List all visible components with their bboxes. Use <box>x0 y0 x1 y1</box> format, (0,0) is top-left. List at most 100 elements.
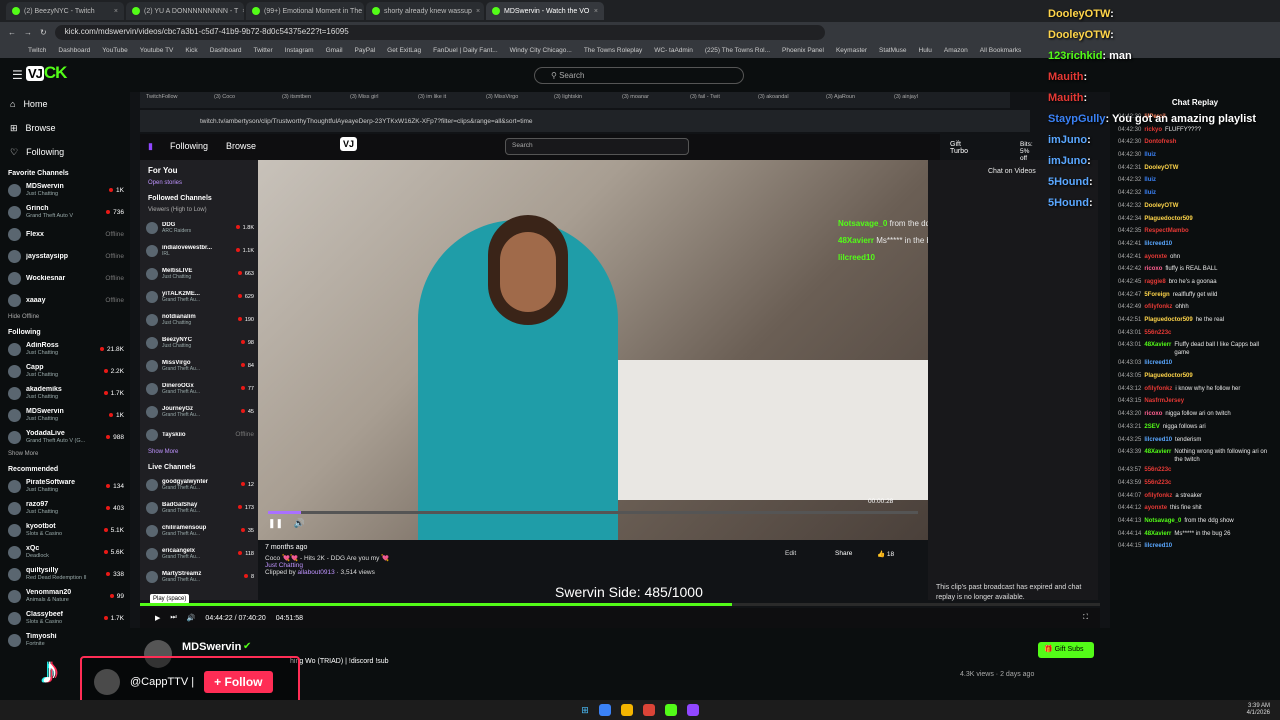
nav-home[interactable]: ⌂ Home <box>0 92 130 116</box>
channel-item[interactable]: quiltysilly Red Dead Redemption II 338 <box>0 563 130 585</box>
gift-subs-button[interactable]: 🎁 Gift Subs <box>1038 642 1094 658</box>
forward-icon[interactable]: → <box>24 28 32 37</box>
bookmark[interactable]: Dashboard <box>210 47 242 54</box>
channel-item[interactable]: akademiks Just Chatting 1.7K <box>0 382 130 404</box>
channel-item[interactable]: Tayskiio Offline <box>140 423 258 446</box>
back-icon[interactable]: ← <box>8 28 16 37</box>
channel-item[interactable]: Capp Just Chatting 2.2K <box>0 360 130 382</box>
bookmark[interactable]: The Towns Roleplay <box>584 47 642 54</box>
bookmark[interactable]: Twitter <box>254 47 273 54</box>
chat-username[interactable]: ofilyfonkz <box>1144 303 1172 314</box>
browser-tab[interactable]: shorty already knew wassup × <box>366 2 484 20</box>
channel-item[interactable]: yiTALK2ME... Grand Theft Au... 629 <box>140 285 258 308</box>
channel-item[interactable]: Venomman20 Animals & Nature 99 <box>0 585 130 607</box>
channel-item[interactable]: goodgyalwynter Grand Theft Au... 12 <box>140 473 258 496</box>
nav-following[interactable]: ♡ Following <box>0 140 130 164</box>
player-progress[interactable] <box>140 603 1100 606</box>
clipper-link[interactable]: allabout0913 <box>298 569 335 576</box>
channel-item[interactable]: BadGalShay Grand Theft Au... 173 <box>140 496 258 519</box>
volume-icon[interactable]: 🔊 <box>187 614 196 622</box>
chat-username[interactable]: ofilyfonkz <box>1144 492 1172 503</box>
bookmark[interactable]: Amazon <box>944 47 968 54</box>
bookmark[interactable]: Get ExitLag <box>387 47 421 54</box>
channel-item[interactable]: DineroOGx Grand Theft Au... 77 <box>140 377 258 400</box>
chat-username[interactable]: 556n223c <box>1144 466 1171 477</box>
taskbar-app-icon[interactable] <box>620 704 633 716</box>
close-icon[interactable]: × <box>594 8 598 15</box>
channel-item[interactable]: MDSwervin Just Chatting 1K <box>0 179 130 201</box>
channel-item[interactable]: JourneyGz Grand Theft Au... 45 <box>140 400 258 423</box>
chat-username[interactable]: ofilyfonkz <box>1144 385 1172 396</box>
taskbar-app-icon[interactable] <box>686 704 699 716</box>
chat-username[interactable]: 48Xavierr <box>1144 530 1171 541</box>
start-icon[interactable]: ⊞ <box>581 705 589 716</box>
bookmark[interactable]: Phoenix Panel <box>782 47 824 54</box>
channel-item[interactable]: Wockiesnar Offline <box>0 267 130 289</box>
channel-item[interactable]: MeltisLIVE Just Chatting 663 <box>140 262 258 285</box>
chat-username[interactable]: ricoxo <box>1144 265 1162 276</box>
logo[interactable]: VJ CK <box>26 63 80 85</box>
inner-tab[interactable]: (3) itsmtben <box>282 94 348 106</box>
taskbar-app-icon[interactable] <box>642 704 655 716</box>
clip-category[interactable]: Just Chatting <box>265 562 925 569</box>
channel-item[interactable]: xaaay Offline <box>0 289 130 311</box>
channel-item[interactable]: xQc Deadlock 5.6K <box>0 541 130 563</box>
bookmark[interactable]: YouTube <box>102 47 128 54</box>
channel-item[interactable]: MDSwervin Just Chatting 1K <box>0 404 130 426</box>
browser-tab[interactable]: (2) YU A DONNNNNNNNN - T× <box>126 2 244 20</box>
edit-button[interactable]: Edit <box>785 550 796 557</box>
chat-username[interactable]: ricoxo <box>1144 410 1162 421</box>
channel-item[interactable]: ericaangelx Grand Theft Au... 118 <box>140 542 258 565</box>
search-input[interactable]: ⚲ Search <box>534 67 744 84</box>
pause-icon[interactable]: ❚❚ <box>268 518 283 528</box>
channel-item[interactable]: Grinch Grand Theft Auto V 736 <box>0 201 130 223</box>
like-button[interactable]: 👍 18 <box>877 550 894 558</box>
inner-tab[interactable]: TwitchFollow <box>146 94 212 106</box>
channel-item[interactable]: jaysstaysipp Offline <box>0 245 130 267</box>
twitch-logo-icon[interactable]: ▮ <box>148 141 153 152</box>
chat-username[interactable]: Plaguedoctor509 <box>1144 316 1192 327</box>
open-stories-link[interactable]: Open stories <box>140 177 258 189</box>
channel-item[interactable]: Classybeef Slots & Casino 1.7K <box>0 607 130 629</box>
chat-username[interactable]: RespectMambo <box>1144 227 1188 238</box>
inner-tab[interactable]: (3) moanar <box>622 94 688 106</box>
channel-item[interactable]: YodadaLive Grand Theft Auto V (G... 988 <box>0 426 130 448</box>
bookmark[interactable]: FanDuel | Daily Fant... <box>433 47 498 54</box>
chat-username[interactable]: lilcreed10 <box>1144 542 1172 553</box>
inner-tab[interactable]: (3) ainjayl <box>894 94 960 106</box>
bookmark[interactable]: Youtube TV <box>140 47 174 54</box>
chat-username[interactable]: NasfrmJersey <box>1144 397 1184 408</box>
bookmark[interactable]: WC- taAdmin <box>654 47 693 54</box>
url-field[interactable]: kick.com/mdswervin/videos/cbc7a3b1-c5d7-… <box>54 24 825 40</box>
volume-icon[interactable]: 🔊 <box>294 518 305 528</box>
chat-username[interactable]: Plaguedoctor509 <box>1144 215 1192 226</box>
fullscreen-icon[interactable]: ⛶ <box>1083 614 1088 622</box>
chat-username[interactable]: 5Foreign <box>1144 291 1169 302</box>
channel-item[interactable]: indialovewestbr... IRL 1.1K <box>140 239 258 262</box>
browse-link[interactable]: Browse <box>226 141 256 151</box>
chat-username[interactable]: raggie8 <box>1144 278 1165 289</box>
inner-tab[interactable]: (3) MissVirgo <box>486 94 552 106</box>
inner-tab[interactable]: (3) Miss girl <box>350 94 416 106</box>
inner-tab[interactable]: (3) fail - Twit <box>690 94 756 106</box>
bookmark[interactable]: Gmail <box>326 47 343 54</box>
close-icon[interactable]: × <box>114 8 118 15</box>
following-link[interactable]: Following <box>170 141 208 151</box>
chat-username[interactable]: ayonxte <box>1144 253 1167 264</box>
chat-username[interactable]: 48Xavierr <box>1144 341 1171 357</box>
show-more-link[interactable]: Show More <box>140 446 258 458</box>
inner-tab[interactable]: (3) lightskin <box>554 94 620 106</box>
show-more-link[interactable]: Show More <box>0 448 130 460</box>
reload-icon[interactable]: ↻ <box>40 28 47 37</box>
skip-icon[interactable]: ⏭ <box>170 614 176 622</box>
hide-offline-link[interactable]: Hide Offline <box>0 311 130 323</box>
channel-item[interactable]: BeezyNYC Just Chatting 98 <box>140 331 258 354</box>
channel-item[interactable]: AdinRoss Just Chatting 21.8K <box>0 338 130 360</box>
close-icon[interactable]: × <box>242 8 244 15</box>
bookmark[interactable]: PayPal <box>355 47 376 54</box>
chat-username[interactable]: ayonxte <box>1144 504 1167 515</box>
taskbar-app-icon[interactable] <box>598 704 611 716</box>
play-icon[interactable]: ▶ <box>155 614 160 622</box>
bookmark[interactable]: Hulu <box>919 47 932 54</box>
channel-item[interactable]: kyootbot Slots & Casino 5.1K <box>0 519 130 541</box>
